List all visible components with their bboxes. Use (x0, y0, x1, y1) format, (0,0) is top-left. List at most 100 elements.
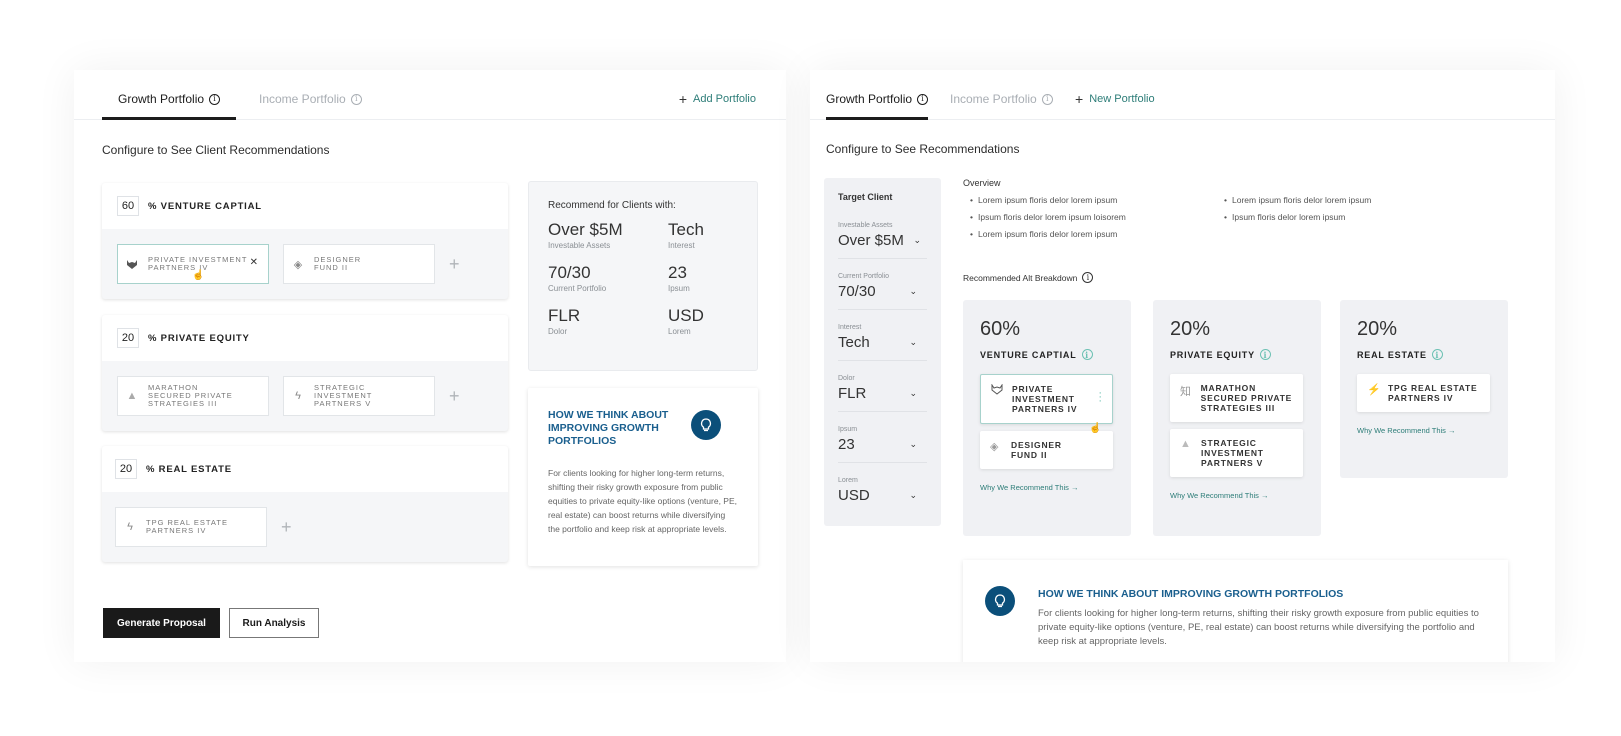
add-portfolio-label: Add Portfolio (693, 93, 756, 105)
why-recommend-link[interactable]: Why We Recommend This → (1357, 426, 1491, 435)
select-label: Ipsum (838, 426, 858, 433)
generate-proposal-button[interactable]: Generate Proposal (103, 608, 220, 638)
fund-name: TPG REAL ESTATE PARTNERS IV (146, 518, 228, 535)
select-ipsum[interactable]: Ipsum 23 ⌄ (838, 420, 927, 463)
info-icon[interactable]: i (917, 93, 929, 105)
select-lorem[interactable]: Lorem USD ⌄ (838, 471, 927, 513)
kanji-icon: 知 (1180, 386, 1191, 398)
insight-title: HOW WE THINK ABOUT IMPROVING GROWTH PORT… (1038, 588, 1344, 600)
lightbulb-icon (985, 586, 1015, 616)
percent-input[interactable]: 60 (117, 196, 139, 216)
allocation-group-private-equity: 20 % PRIVATE EQUITY ▲ MARATHON SECURED P… (102, 315, 508, 431)
alt-percent: 20% (1170, 318, 1211, 340)
select-current-portfolio[interactable]: Current Portfolio 70/30 ⌄ (838, 267, 927, 310)
overview-item: Lorem ipsum floris delor lorem ipsum (970, 229, 1126, 239)
select-label: Interest (838, 324, 862, 331)
fund-name: MARATHON SECURED PRIVATE STRATEGIES III (148, 383, 233, 408)
group-label: % VENTURE CAPTIAL (148, 200, 262, 212)
recommend-value: Over $5M (548, 220, 623, 239)
recommend-title: Recommend for Clients with: (548, 200, 676, 211)
why-recommend-link[interactable]: Why We Recommend This → (980, 483, 1114, 492)
fund-card[interactable]: 知 MARATHON SECURED PRIVATE STRATEGIES II… (1170, 374, 1303, 422)
tab-growth-portfolio[interactable]: Growth Portfolio i (826, 92, 929, 120)
fund-chip[interactable]: ϟ TPG REAL ESTATE PARTNERS IV (115, 507, 267, 547)
wolf-icon (991, 383, 1003, 414)
fund-chip[interactable]: ϟ STRATEGIC INVESTMENT PARTNERS V (283, 376, 435, 416)
alt-name-label: REAL ESTATE (1357, 349, 1427, 360)
triangle-icon: ▲ (1180, 438, 1191, 450)
bolt-icon: ϟ (295, 390, 301, 402)
more-options-icon[interactable]: · · · (1098, 388, 1102, 407)
close-icon[interactable]: ✕ (250, 257, 258, 268)
fund-name: DESIGNER FUND II (1011, 440, 1062, 460)
fund-name: TPG REAL ESTATE PARTNERS IV (1388, 383, 1478, 403)
recommend-value: Tech (668, 220, 704, 239)
run-analysis-button[interactable]: Run Analysis (229, 608, 319, 638)
tab-label: Growth Portfolio (826, 92, 913, 106)
fund-name: MARATHON SECURED PRIVATE STRATEGIES III (1200, 383, 1293, 413)
fund-name: PRIVATE INVESTMENT PARTNERS IV (1012, 384, 1078, 414)
hand-cursor-icon: ☝ (192, 270, 205, 281)
info-icon[interactable]: i (1259, 349, 1271, 360)
insight-title: HOW WE THINK ABOUT IMPROVING GROWTH PORT… (548, 409, 669, 447)
diamond-icon: ◈ (293, 258, 303, 271)
recommend-item: 70/30 Current Portfolio (548, 264, 668, 294)
add-fund-button[interactable]: + (449, 254, 460, 275)
fund-chip[interactable]: ◈ DESIGNER FUND II (283, 244, 435, 284)
info-icon[interactable]: i (209, 93, 221, 105)
tab-income-portfolio[interactable]: Income Portfolio i (259, 92, 362, 106)
info-icon[interactable]: i (1041, 93, 1053, 105)
fund-card[interactable]: ⚡ TPG REAL ESTATE PARTNERS IV (1357, 374, 1490, 412)
tab-income-portfolio[interactable]: Income Portfolio i (950, 92, 1053, 106)
insight-card: HOW WE THINK ABOUT IMPROVING GROWTH PORT… (963, 560, 1508, 662)
bolt-icon: ⚡ (1367, 384, 1381, 396)
chevron-down-icon: ⌄ (909, 286, 917, 296)
overview-item: Lorem ipsum floris delor lorem ipsum (970, 195, 1126, 205)
group-label: % PRIVATE EQUITY (148, 332, 250, 344)
info-icon[interactable]: i (1081, 349, 1093, 360)
fund-name: STRATEGIC INVESTMENT PARTNERS V (314, 383, 373, 408)
percent-input[interactable]: 20 (117, 328, 139, 348)
recommend-item: FLR Dolor (548, 307, 668, 337)
percent-input[interactable]: 20 (115, 459, 137, 479)
info-icon[interactable]: i (1082, 272, 1094, 283)
info-icon[interactable]: i (350, 93, 362, 105)
alt-name: PRIVATE EQUITY i (1170, 349, 1304, 360)
target-client-title: Target Client (838, 192, 893, 202)
alt-card-real-estate: 20% REAL ESTATE i ⚡ TPG REAL ESTATE PART… (1340, 300, 1508, 478)
new-portfolio-button[interactable]: + New Portfolio (1075, 92, 1155, 106)
tab-growth-portfolio[interactable]: Growth Portfolio i (102, 92, 237, 120)
recommend-label: Lorem (668, 327, 691, 336)
info-icon[interactable]: i (1431, 349, 1443, 360)
chevron-down-icon: ⌄ (909, 337, 917, 347)
recommend-item: 23 Ipsum (668, 263, 758, 294)
overview-list-2: Lorem ipsum floris delor lorem ipsum Ips… (1224, 195, 1371, 229)
add-portfolio-button[interactable]: + Add Portfolio (679, 92, 756, 106)
overview-item: Ipsum floris delor lorem ipsum (1224, 212, 1371, 222)
lightbulb-icon (691, 410, 721, 440)
select-investable-assets[interactable]: Investable Assets Over $5M ⌄ (838, 216, 927, 259)
portfolio-tabs: Growth Portfolio i Income Portfolio i + … (810, 70, 1555, 120)
recommend-for-clients-card: Recommend for Clients with: Over $5M Inve… (528, 181, 758, 371)
bolt-icon: ϟ (127, 521, 133, 533)
fund-card[interactable]: PRIVATE INVESTMENT PARTNERS IV · · · (980, 374, 1113, 424)
alt-breakdown-title: Recommended Alt Breakdown i (963, 272, 1094, 283)
recommend-label: Dolor (548, 327, 568, 336)
recommend-value: 23 (668, 263, 687, 282)
add-fund-button[interactable]: + (449, 386, 460, 407)
recommend-label: Current Portfolio (548, 284, 607, 293)
select-dolor[interactable]: Dolor FLR ⌄ (838, 369, 927, 412)
select-label: Lorem (838, 477, 858, 484)
select-interest[interactable]: Interest Tech ⌄ (838, 318, 927, 361)
chevron-down-icon: ⌄ (909, 439, 917, 449)
plus-icon: + (1075, 91, 1084, 107)
recommend-item: Over $5M Investable Assets (548, 220, 668, 251)
fund-card[interactable]: ▲ STRATEGIC INVESTMENT PARTNERS V (1170, 429, 1303, 477)
fund-card[interactable]: ◈ DESIGNER FUND II (980, 431, 1113, 469)
add-fund-button[interactable]: + (281, 517, 292, 538)
fund-chip[interactable]: ▲ MARATHON SECURED PRIVATE STRATEGIES II… (117, 376, 269, 416)
group-label: % REAL ESTATE (146, 463, 232, 475)
alt-breakdown-label: Recommended Alt Breakdown (963, 272, 1078, 283)
alt-name-label: PRIVATE EQUITY (1170, 349, 1255, 360)
why-recommend-link[interactable]: Why We Recommend This → (1170, 491, 1304, 500)
